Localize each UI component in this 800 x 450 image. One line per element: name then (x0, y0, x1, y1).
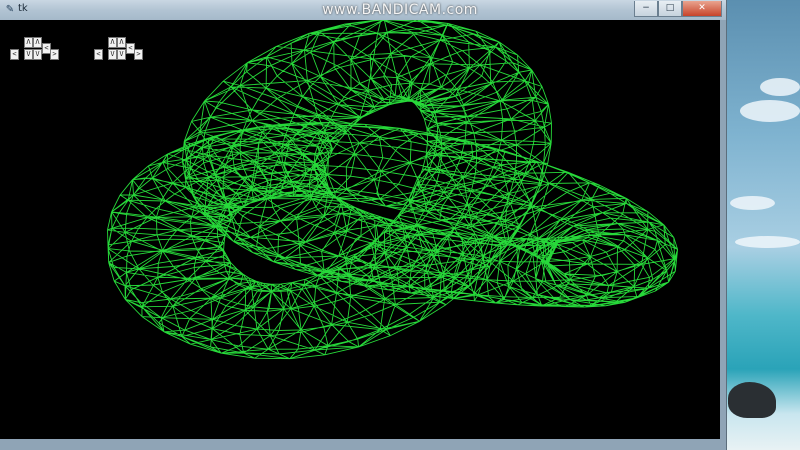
cloud (760, 78, 800, 96)
cloud (730, 196, 775, 210)
key-down[interactable]: V (24, 49, 33, 60)
recording-watermark: www.BANDICAM.com (322, 2, 478, 18)
key-up[interactable]: Λ (117, 37, 126, 48)
key-right[interactable]: > (134, 49, 143, 60)
key-up[interactable]: Λ (24, 37, 33, 48)
key-left[interactable]: < (94, 49, 103, 60)
wireframe-knot[interactable] (0, 20, 720, 439)
render-canvas[interactable]: < Λ Λ V V < > < Λ Λ V V < > (0, 20, 720, 439)
key-left[interactable]: < (10, 49, 19, 60)
key-down[interactable]: V (108, 49, 117, 60)
cloud (740, 100, 800, 122)
wireframe-mesh (107, 20, 679, 360)
rotation-keypad-1: < Λ Λ V V < > (10, 36, 59, 64)
wireframe-edges (107, 20, 679, 360)
key-up[interactable]: Λ (108, 37, 117, 48)
rotation-keypad-2: < Λ Λ V V < > (94, 36, 143, 64)
key-down[interactable]: V (117, 49, 126, 60)
cloud (735, 236, 800, 248)
rock (728, 382, 776, 418)
key-down[interactable]: V (33, 49, 42, 60)
application-window: ✎ tk − □ ✕ < Λ Λ V V < > < Λ Λ V V < > (0, 0, 727, 450)
key-right[interactable]: > (50, 49, 59, 60)
key-up[interactable]: Λ (33, 37, 42, 48)
